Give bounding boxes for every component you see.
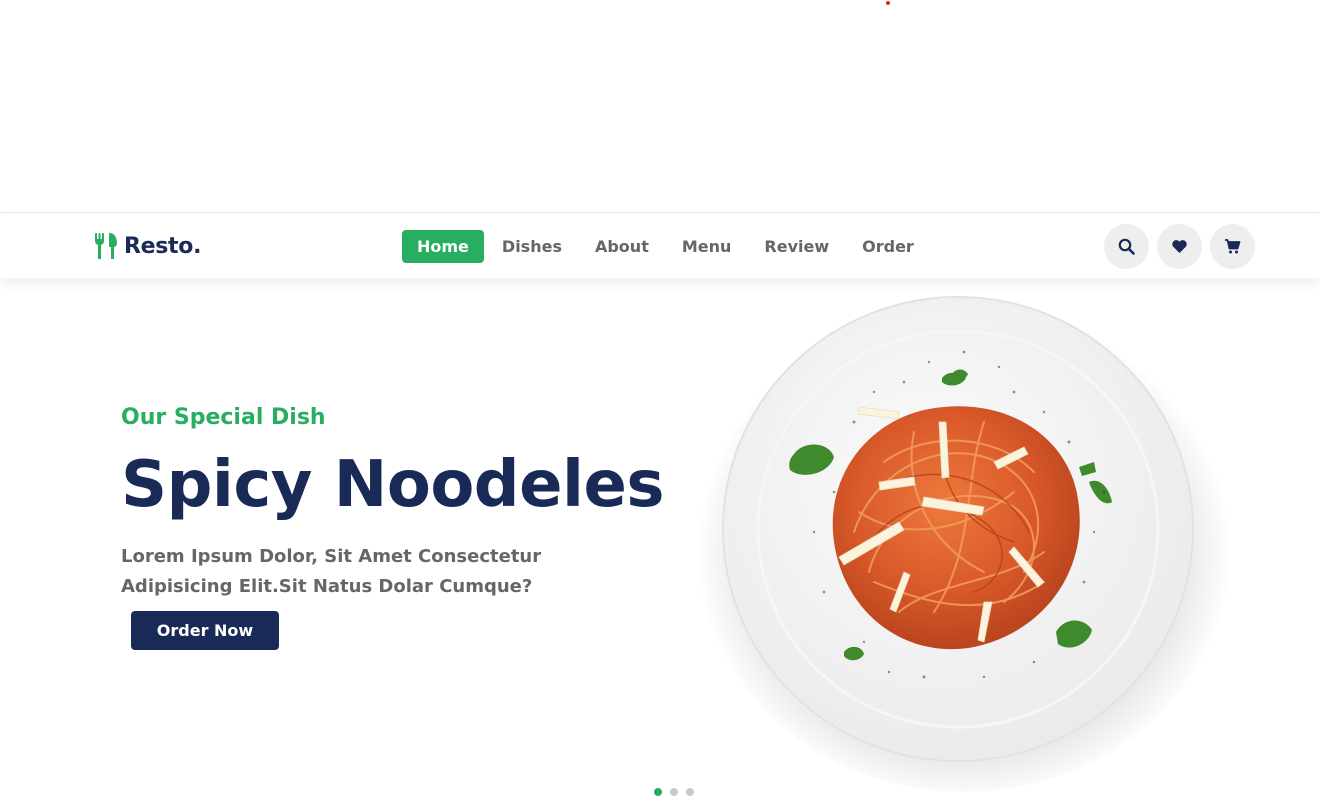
hero-description: Lorem Ipsum Dolor, Sit Amet Consectetur … <box>121 546 542 597</box>
nav-link-menu[interactable]: Menu <box>667 230 747 263</box>
nav-link-home[interactable]: Home <box>402 230 484 263</box>
logo[interactable]: Resto. <box>94 230 201 262</box>
search-button[interactable] <box>1104 224 1149 269</box>
cart-button[interactable] <box>1210 224 1255 269</box>
nav-link-dishes[interactable]: Dishes <box>487 230 577 263</box>
nav-link-review[interactable]: Review <box>749 230 844 263</box>
slide-dot-3[interactable] <box>686 788 694 796</box>
header-icons <box>1104 224 1263 269</box>
nav-link-order[interactable]: Order <box>847 230 929 263</box>
heart-icon <box>1172 240 1187 253</box>
cart-icon <box>1225 239 1241 254</box>
hero-subtitle: Our Special Dish <box>121 405 326 430</box>
site-header: Resto. Home Dishes About Menu Review Ord… <box>0 212 1320 278</box>
nav-link-about[interactable]: About <box>580 230 664 263</box>
main-nav: Home Dishes About Menu Review Order <box>402 230 932 263</box>
slide-dot-1[interactable] <box>654 788 662 796</box>
slide-dot-2[interactable] <box>670 788 678 796</box>
hero-title: Spicy Noodeles <box>121 448 664 522</box>
top-blank-area <box>0 0 1320 212</box>
order-now-button[interactable]: Order Now <box>131 611 279 650</box>
wishlist-button[interactable] <box>1157 224 1202 269</box>
spaghetti-plate-image <box>696 296 1229 792</box>
brand-name: Resto. <box>124 233 202 259</box>
slider-pagination <box>654 788 702 796</box>
hero-content: Our Special Dish Spicy Noodeles Lorem Ip… <box>121 400 681 602</box>
utensils-icon <box>95 233 117 259</box>
red-dot <box>886 1 890 5</box>
search-icon <box>1118 238 1135 255</box>
